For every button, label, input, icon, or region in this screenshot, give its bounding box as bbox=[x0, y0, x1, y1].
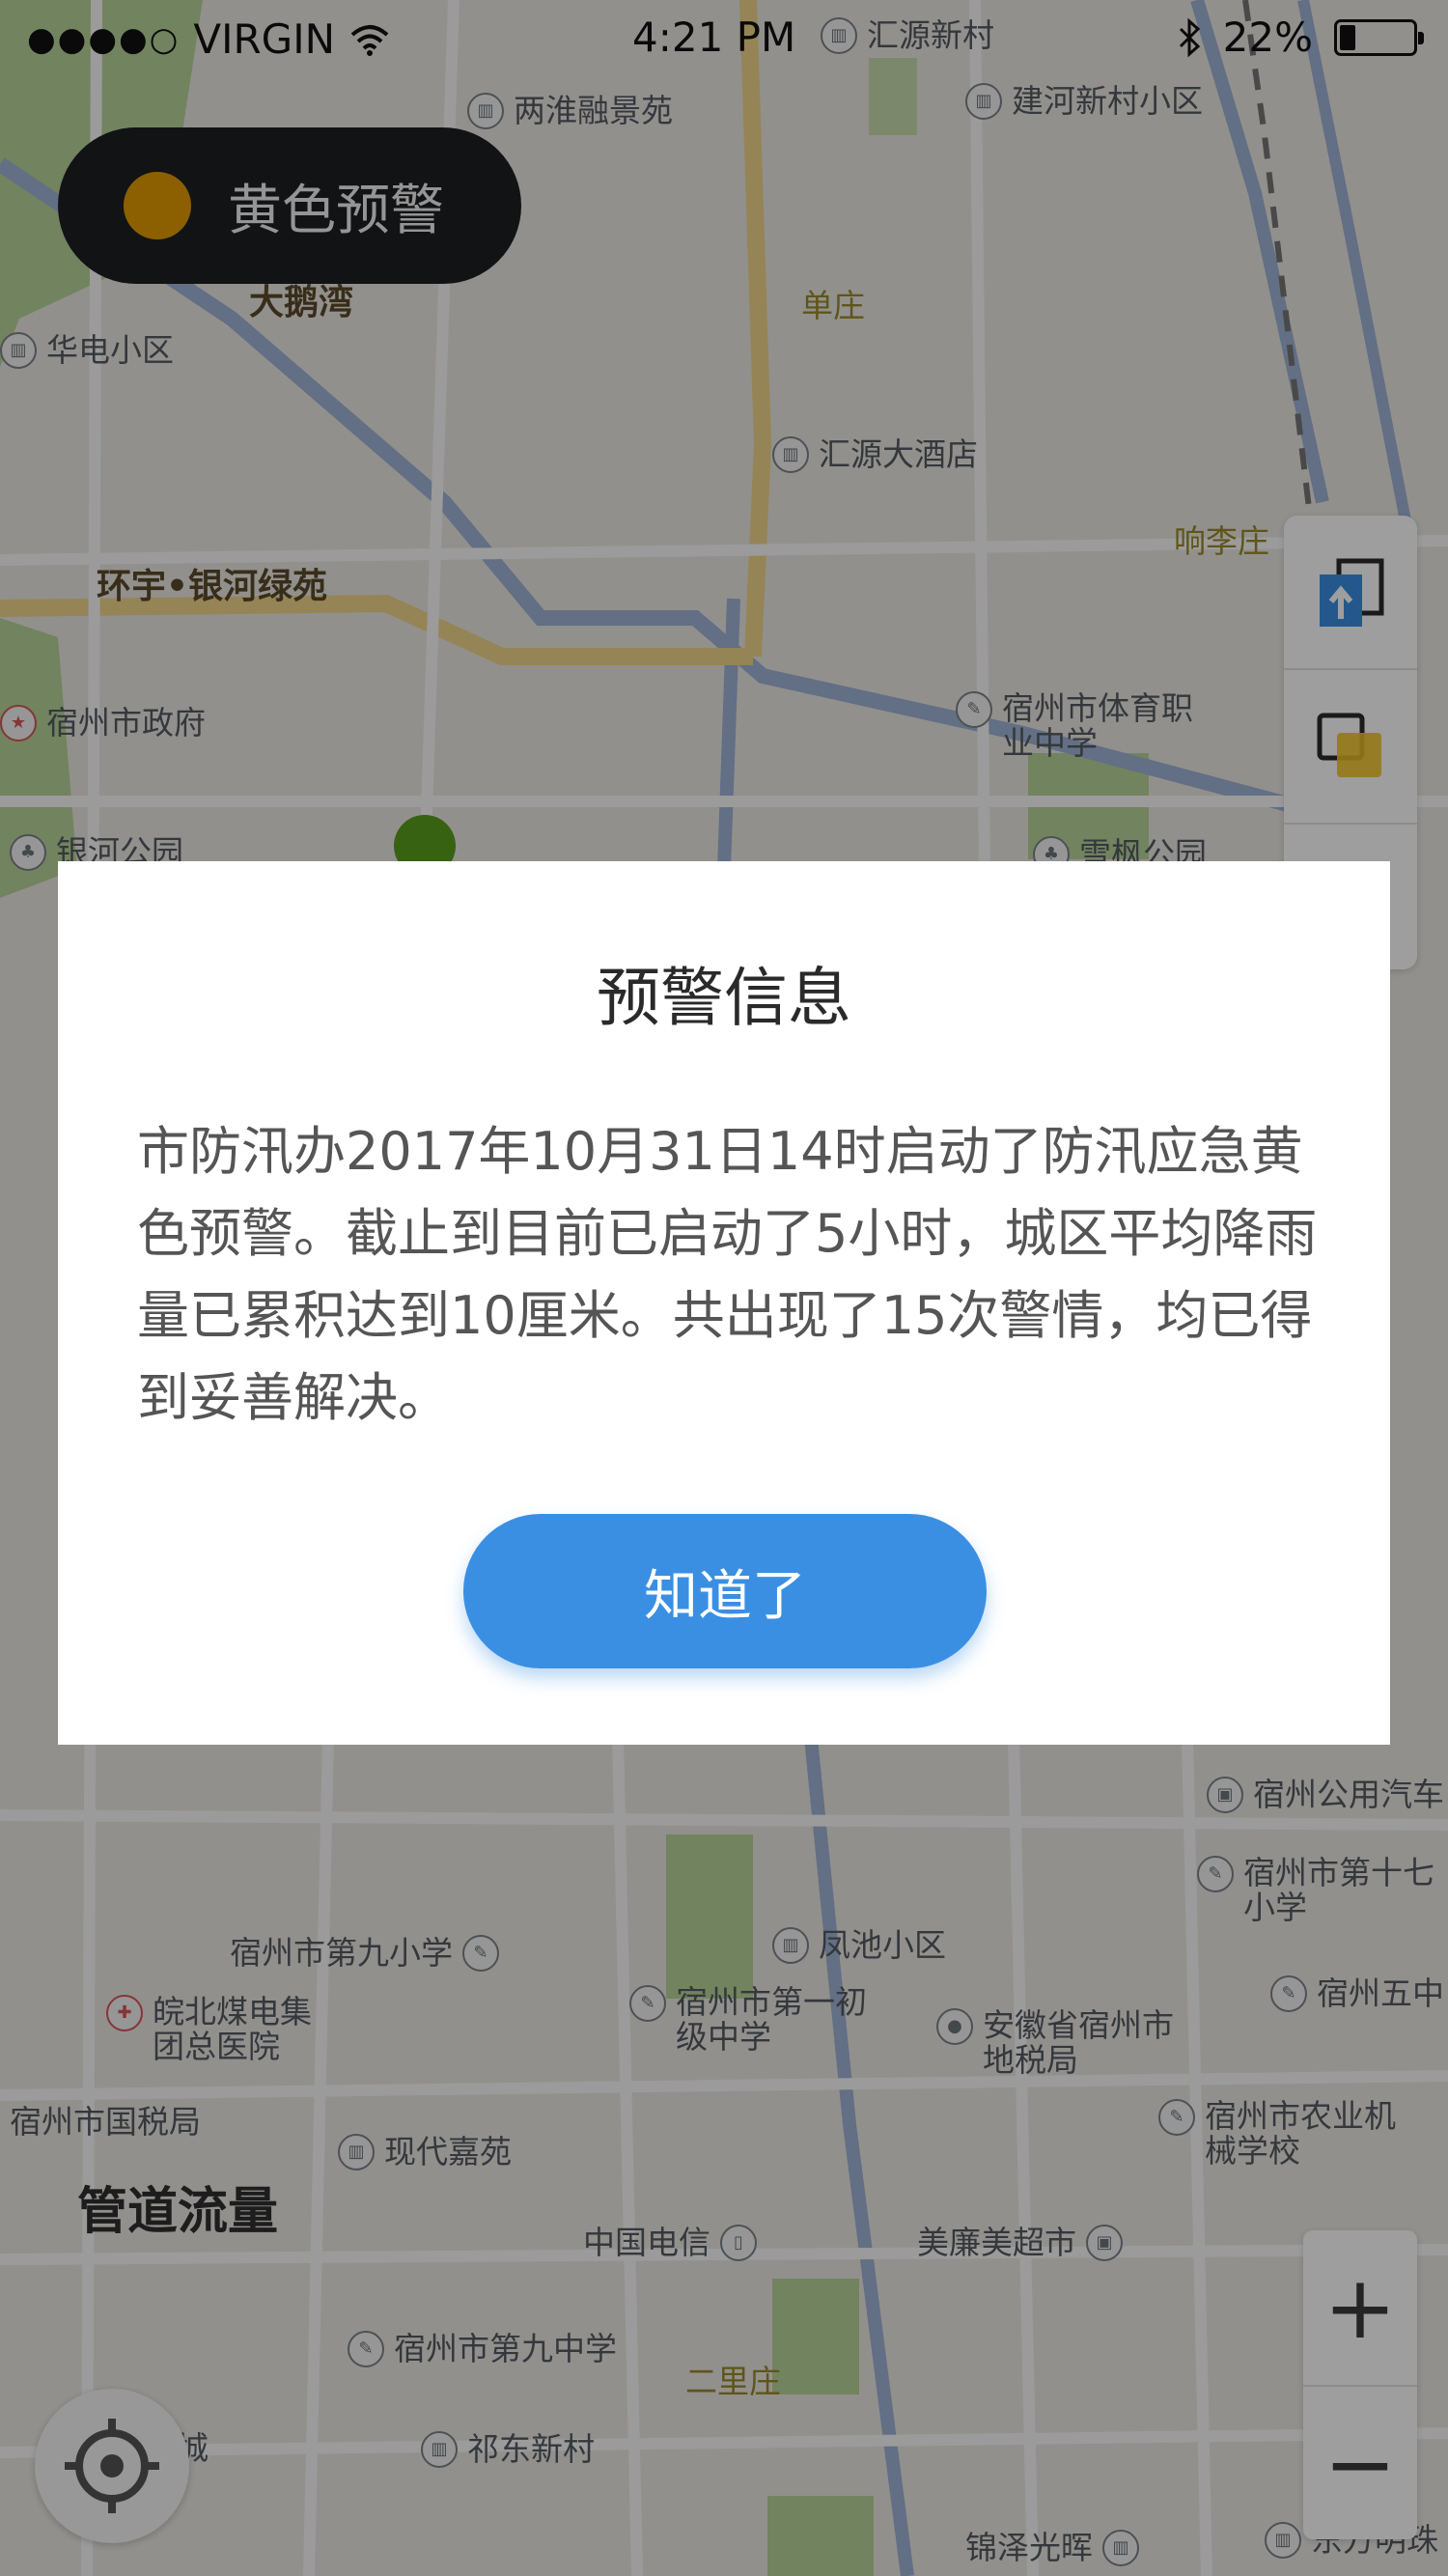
acknowledge-button[interactable]: 知道了 bbox=[463, 1514, 987, 1668]
dialog-message: 市防汛办2017年10月31日14时启动了防汛应急黄色预警。截止到目前已启动了5… bbox=[137, 1121, 1318, 1428]
dialog-title: 预警信息 bbox=[597, 961, 851, 1035]
alert-dialog: 预警信息 市防汛办2017年10月31日14时启动了防汛应急黄色预警。截止到目前… bbox=[58, 861, 1390, 1745]
